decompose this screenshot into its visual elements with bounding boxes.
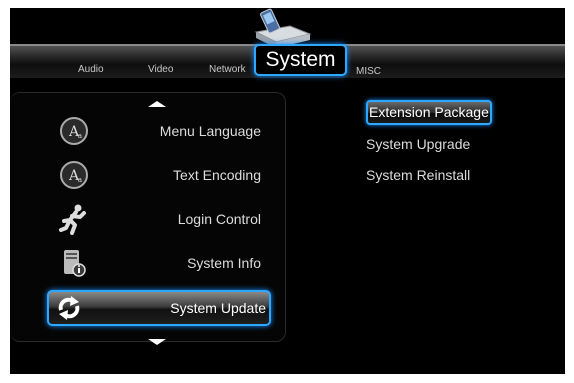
- menu-item-label: Text Encoding: [173, 167, 261, 183]
- svg-text:a: a: [78, 176, 82, 184]
- settings-screen: Audio Video Network System MISC A a Menu…: [10, 8, 565, 374]
- tab-system[interactable]: System: [254, 44, 347, 76]
- refresh-icon: [58, 296, 80, 320]
- tab-misc[interactable]: MISC: [356, 66, 381, 77]
- menu-item-label: Menu Language: [159, 123, 261, 139]
- system-info-icon: [64, 250, 86, 277]
- submenu-item-system-reinstall[interactable]: System Reinstall: [366, 167, 470, 183]
- svg-text:a: a: [78, 132, 82, 140]
- menu-item-label: System Update: [170, 300, 266, 316]
- tab-network[interactable]: Network: [209, 64, 246, 75]
- scroll-up-arrow-icon[interactable]: [148, 101, 166, 107]
- menu-item-system-info[interactable]: System Info: [10, 241, 275, 285]
- scroll-down-arrow-icon[interactable]: [148, 339, 166, 345]
- running-man-icon: [59, 204, 86, 235]
- submenu-item-system-upgrade[interactable]: System Upgrade: [366, 136, 470, 152]
- menu-item-label: Login Control: [177, 211, 261, 227]
- menu-item-system-update[interactable]: System Update: [47, 290, 271, 326]
- menu-item-text-encoding[interactable]: A a Text Encoding: [10, 153, 275, 197]
- menu-item-login-control[interactable]: Login Control: [10, 197, 275, 241]
- submenu-item-extension-package[interactable]: Extension Package: [366, 100, 492, 125]
- tab-video[interactable]: Video: [148, 64, 173, 75]
- language-icon: A a: [60, 117, 88, 145]
- menu-item-label: System Info: [187, 255, 261, 271]
- tab-audio[interactable]: Audio: [78, 64, 104, 75]
- text-encoding-icon: A a: [60, 161, 88, 189]
- menu-item-menu-language[interactable]: A a Menu Language: [10, 109, 275, 153]
